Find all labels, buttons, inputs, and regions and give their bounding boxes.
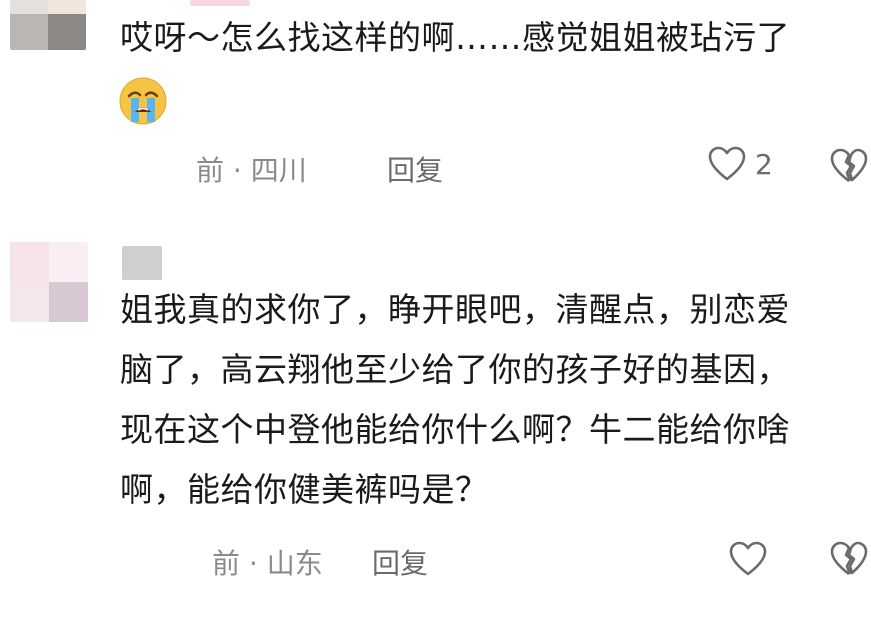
comment-line: 脑了，高云翔他至少给了你的孩子好的基因， [120, 350, 790, 389]
avatar[interactable] [10, 0, 86, 50]
reply-button[interactable]: 回复 [387, 149, 443, 189]
comment-meta: 前 · 山东 [212, 547, 323, 580]
comment-line: 现在这个中登他能给你什么啊？牛二能给你啥 [120, 410, 790, 449]
avatar[interactable] [10, 242, 88, 322]
comment-line: 哎呀～怎么找这样的啊……感觉姐姐被玷污了 [120, 18, 790, 57]
comment-line: 啊，能给你健美裤吗是？ [120, 470, 489, 509]
dislike-broken-heart-icon[interactable] [829, 147, 869, 185]
heart-outline-icon[interactable] [728, 540, 768, 578]
dislike-broken-heart-icon[interactable] [829, 540, 869, 578]
comment-thread: 哎呀～怎么找这样的啊……感觉姐姐被玷污了 前 · 四川 回复 2 姐我真的求你了… [0, 0, 871, 627]
comment-meta: 前 · 四川 [196, 154, 307, 187]
username-redacted [122, 246, 162, 280]
comment-line: 姐我真的求你了，睁开眼吧，清醒点，别恋爱 [120, 290, 790, 329]
like-control[interactable] [728, 540, 768, 578]
reply-button[interactable]: 回复 [372, 542, 428, 582]
loudly-crying-face-icon [118, 76, 168, 126]
comment-text: 哎呀～怎么找这样的啊……感觉姐姐被玷污了 [120, 8, 860, 68]
like-control[interactable]: 2 [707, 145, 773, 183]
username-redacted [190, 0, 250, 6]
heart-outline-icon[interactable] [707, 145, 747, 183]
like-count: 2 [755, 147, 773, 181]
comment-text: 姐我真的求你了，睁开眼吧，清醒点，别恋爱 脑了，高云翔他至少给了你的孩子好的基因… [120, 280, 860, 520]
